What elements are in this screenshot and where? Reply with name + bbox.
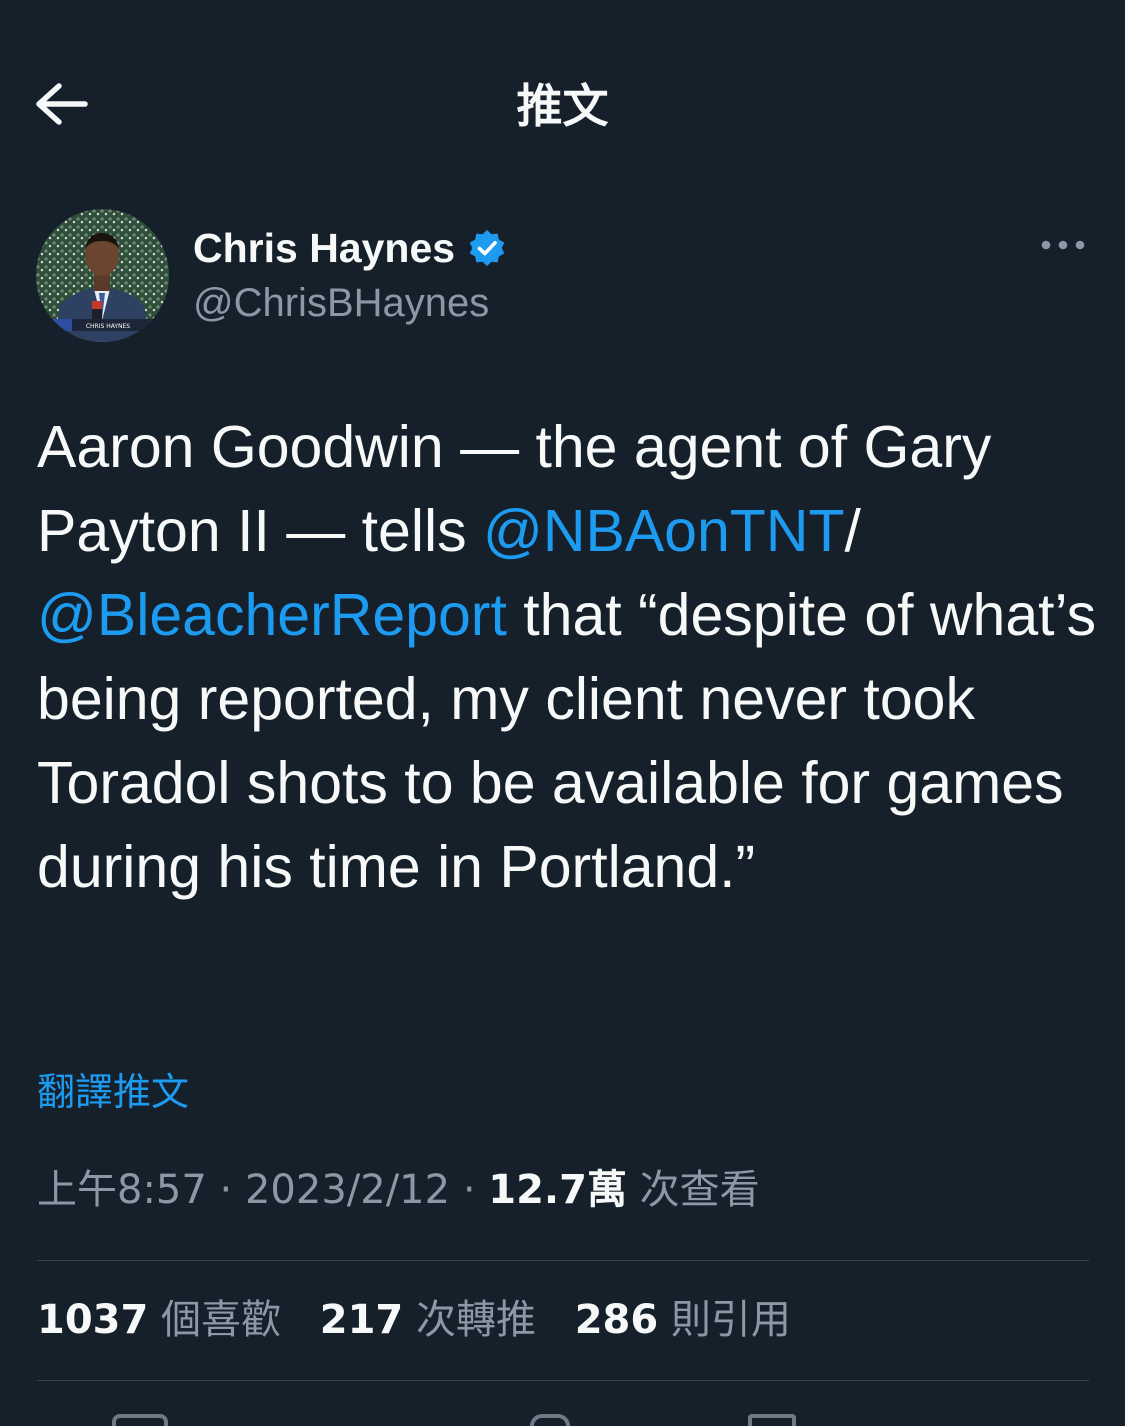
mention-link-bleacherreport[interactable]: @BleacherReport bbox=[37, 582, 507, 648]
tweet-date[interactable]: 2023/2/12 bbox=[245, 1167, 450, 1213]
avatar[interactable]: CHRIS HAYNES bbox=[36, 209, 169, 342]
quotes-count: 286 bbox=[574, 1297, 659, 1343]
tweet-text: Aaron Goodwin — the agent of Gary Payton… bbox=[37, 405, 1097, 909]
avatar-caption: CHRIS HAYNES bbox=[86, 323, 130, 330]
divider bbox=[37, 1380, 1089, 1381]
tweet-metadata: 上午8:57 · 2023/2/12 · 12.7萬 次查看 bbox=[37, 1162, 760, 1218]
page-title: 推文 bbox=[516, 79, 609, 133]
quotes-stat[interactable]: 286 則引用 bbox=[575, 1292, 791, 1348]
tweet-time[interactable]: 上午8:57 bbox=[37, 1167, 207, 1213]
likes-count: 1037 bbox=[37, 1297, 149, 1343]
divider bbox=[37, 1260, 1089, 1261]
like-icon[interactable] bbox=[530, 1414, 570, 1426]
reply-icon[interactable] bbox=[112, 1414, 168, 1426]
verified-badge-icon bbox=[467, 228, 507, 268]
separator: · bbox=[219, 1167, 233, 1213]
likes-stat[interactable]: 1037 個喜歡 bbox=[37, 1292, 281, 1348]
author-name[interactable]: Chris Haynes bbox=[193, 220, 507, 276]
retweets-stat[interactable]: 217 次轉推 bbox=[320, 1292, 536, 1348]
top-bar: 推文 bbox=[0, 0, 1125, 200]
author-handle[interactable]: @ChrisBHaynes bbox=[193, 278, 489, 328]
likes-label: 個喜歡 bbox=[161, 1297, 282, 1343]
views-label: 次查看 bbox=[639, 1167, 760, 1213]
tweet-text-segment: / bbox=[844, 498, 861, 564]
views-count: 12.7萬 bbox=[488, 1167, 627, 1213]
retweets-count: 217 bbox=[319, 1297, 404, 1343]
more-options-button[interactable] bbox=[1034, 230, 1092, 264]
quotes-label: 則引用 bbox=[670, 1297, 791, 1343]
share-icon[interactable] bbox=[748, 1414, 796, 1426]
author-name-text: Chris Haynes bbox=[193, 224, 456, 271]
engagement-stats: 1037 個喜歡 217 次轉推 286 則引用 bbox=[37, 1292, 817, 1348]
mention-link-nbaontnt[interactable]: @NBAonTNT bbox=[483, 498, 845, 564]
translate-tweet-link[interactable]: 翻譯推文 bbox=[37, 1066, 189, 1118]
more-horizontal-icon bbox=[1040, 238, 1086, 256]
retweets-label: 次轉推 bbox=[415, 1297, 536, 1343]
separator: · bbox=[462, 1167, 476, 1213]
